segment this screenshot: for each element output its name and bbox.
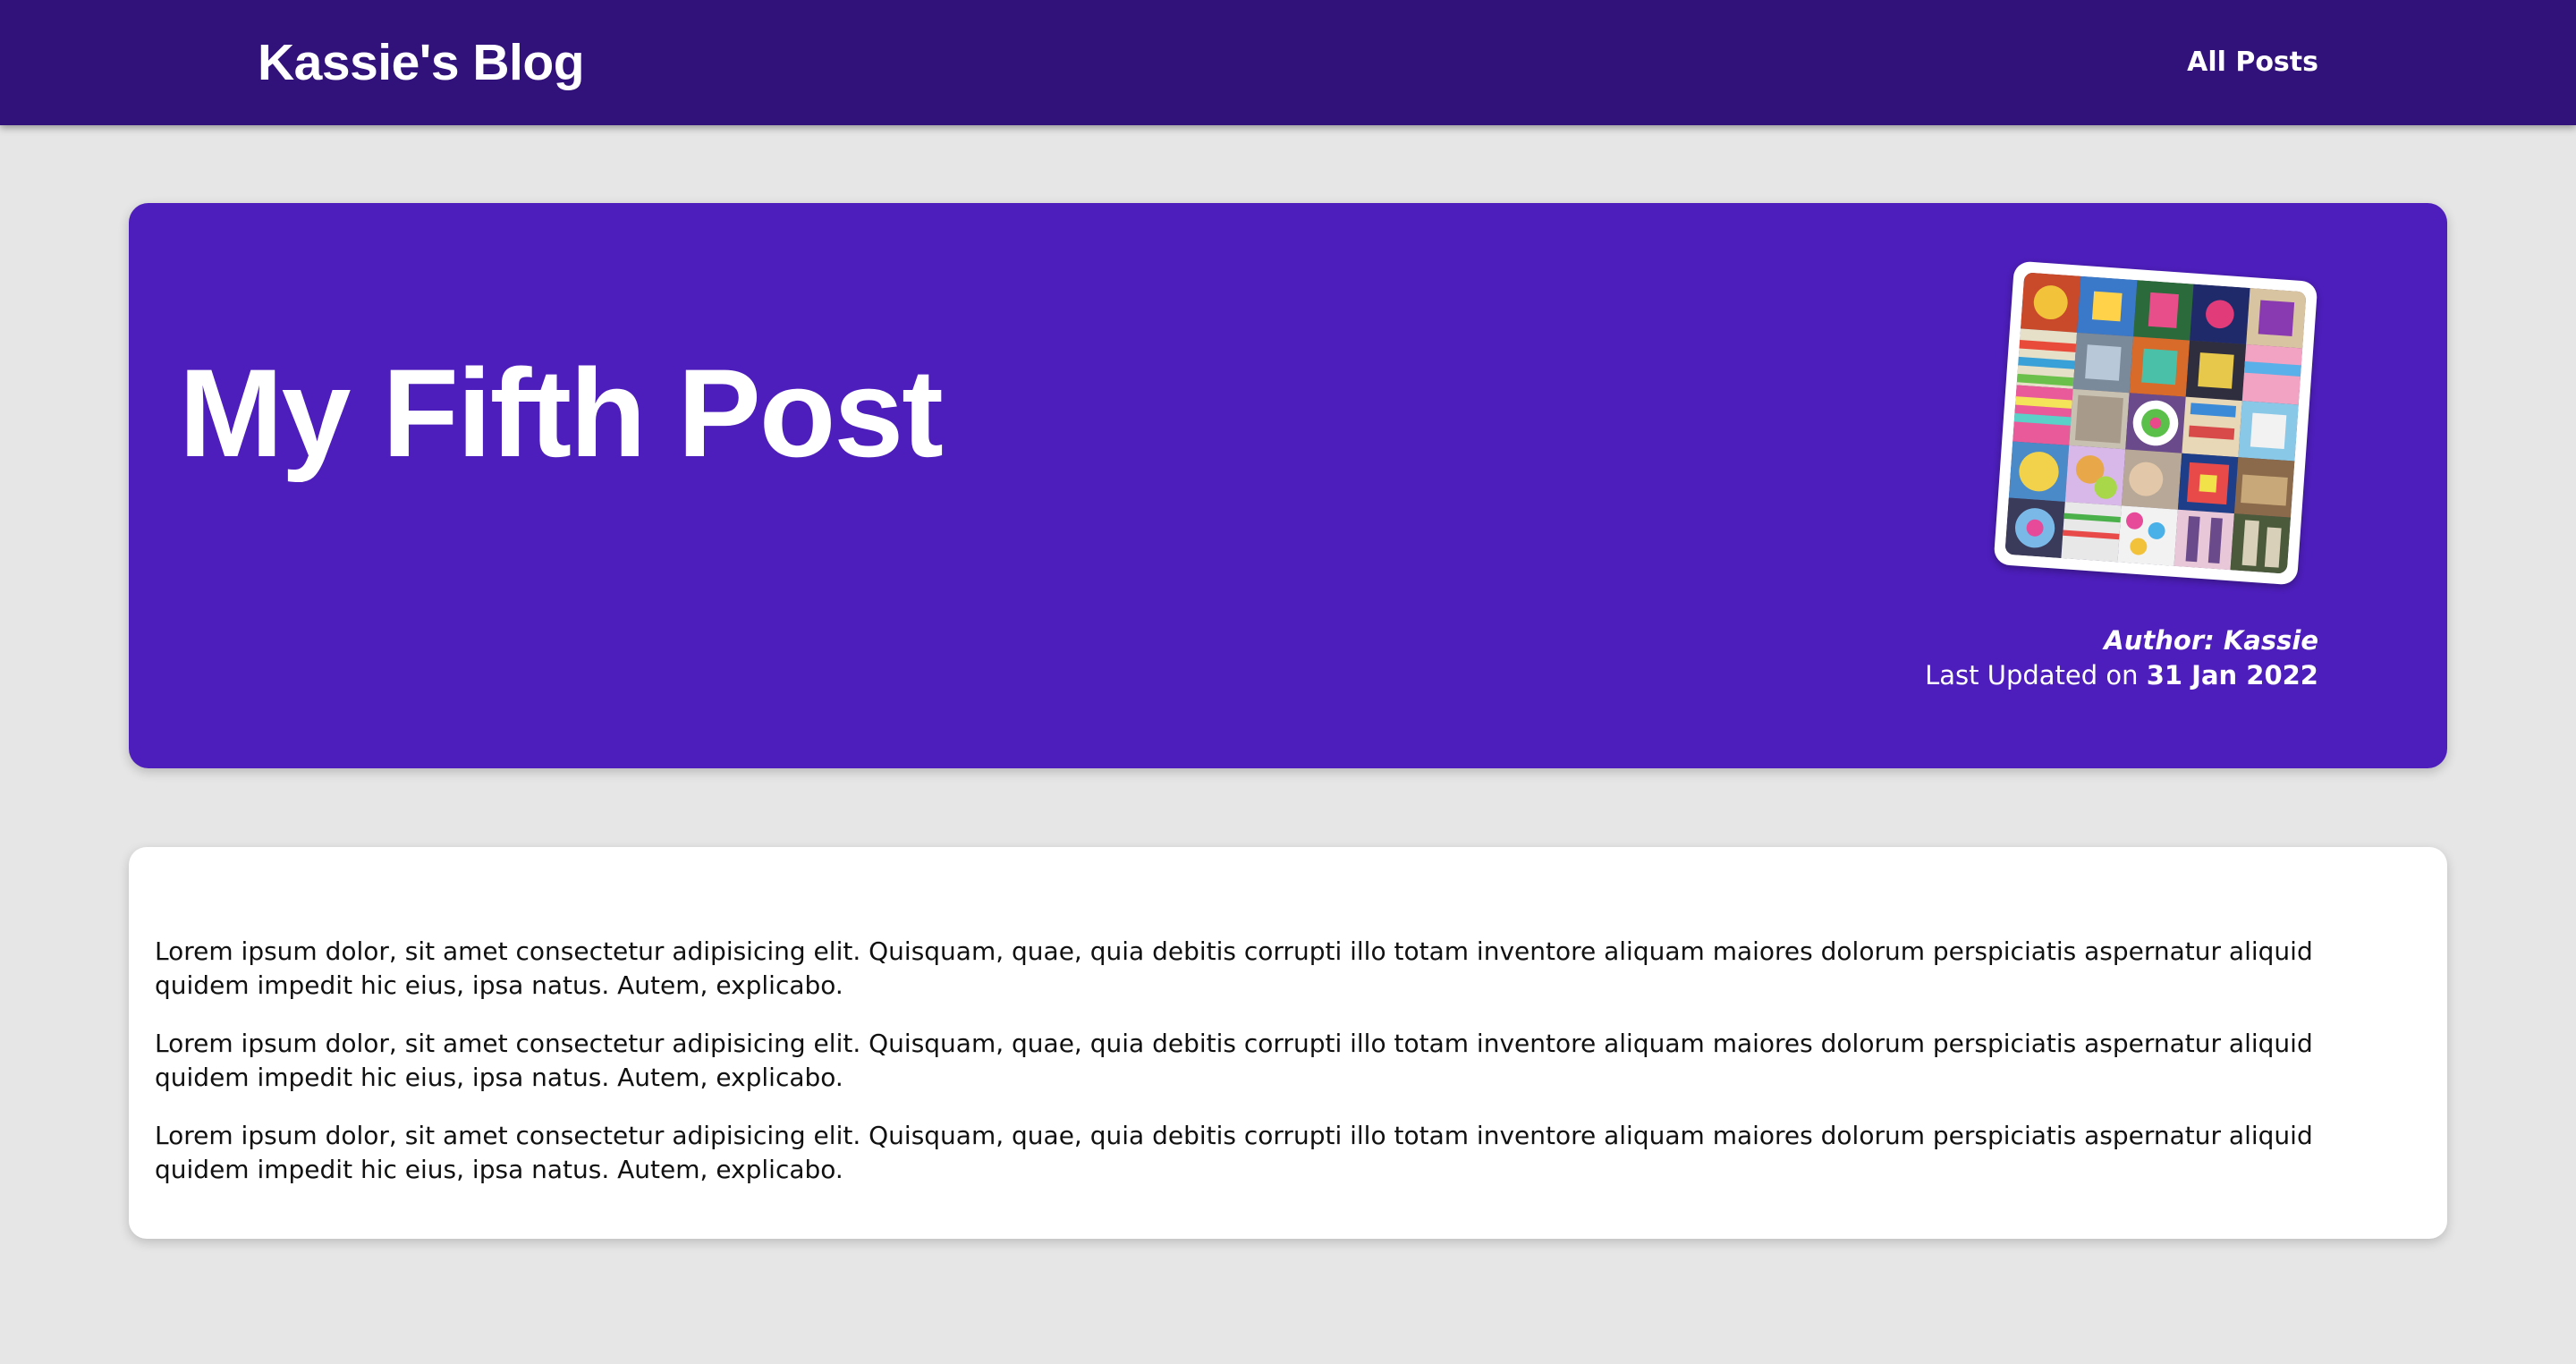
site-navbar: Kassie's Blog All Posts <box>0 0 2576 125</box>
post-author: Author: Kassie <box>2104 625 2318 656</box>
post-thumbnail-frame <box>1993 260 2318 586</box>
post-updated-prefix: Last Updated on <box>1925 660 2139 690</box>
post-paragraph: Lorem ipsum dolor, sit amet consectetur … <box>155 1121 2313 1184</box>
post-updated-date: 31 Jan 2022 <box>2146 660 2318 690</box>
post-hero: My Fifth Post Author: Kassie Last Update… <box>129 203 2447 768</box>
post-meta: Author: Kassie Last Updated on 31 Jan 20… <box>1925 623 2318 693</box>
crochet-collage-image <box>2004 272 2307 574</box>
post-paragraph: Lorem ipsum dolor, sit amet consectetur … <box>155 936 2313 1000</box>
post-title: My Fifth Post <box>179 343 944 483</box>
nav-link-all-posts[interactable]: All Posts <box>2187 45 2318 80</box>
post-updated: Last Updated on 31 Jan 2022 <box>1925 658 2318 693</box>
post-body: Lorem ipsum dolor, sit amet consectetur … <box>129 847 2447 1239</box>
site-brand[interactable]: Kassie's Blog <box>258 32 585 93</box>
post-paragraph: Lorem ipsum dolor, sit amet consectetur … <box>155 1029 2313 1092</box>
